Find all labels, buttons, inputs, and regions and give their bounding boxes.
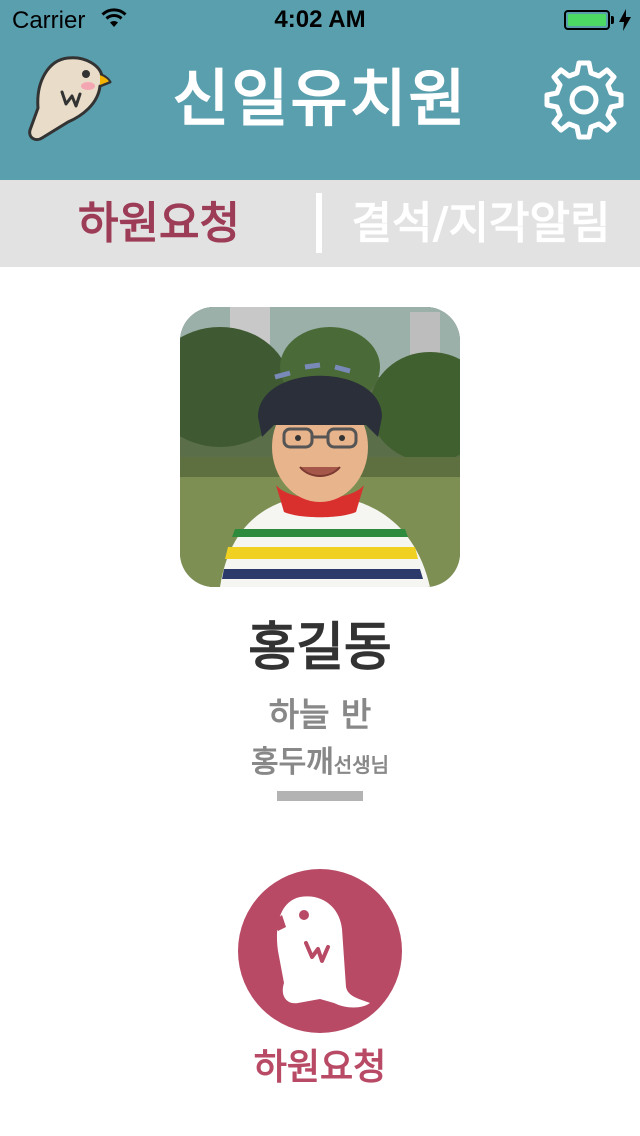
- child-photo: [180, 307, 460, 587]
- child-name: 홍길동: [248, 618, 392, 678]
- bird-icon: [275, 896, 370, 1008]
- battery-tip: [611, 16, 614, 24]
- teacher-title: 선생님: [333, 753, 389, 777]
- status-bar: Carrier 4:02 AM: [0, 0, 640, 40]
- status-time: 4:02 AM: [274, 6, 366, 33]
- section-divider: [277, 791, 363, 801]
- tab-divider: [316, 193, 322, 253]
- charging-icon: [619, 9, 631, 31]
- pickup-request-label[interactable]: 하원요청: [0, 1038, 640, 1090]
- gear-icon[interactable]: [543, 59, 625, 141]
- teacher-name: 홍두깨: [250, 745, 334, 780]
- bird-icon[interactable]: [22, 52, 114, 144]
- app-title: 신일유치원: [172, 62, 468, 135]
- tab-pickup-request[interactable]: 하원요청: [0, 180, 318, 267]
- app-header: Carrier 4:02 AM 신일유치원: [0, 0, 640, 180]
- teacher-line: 홍두깨선생님: [0, 737, 640, 781]
- class-name: 하늘 반: [268, 695, 372, 734]
- tab-absence-notice[interactable]: 결석/지각알림: [322, 180, 640, 267]
- pickup-request-button[interactable]: [238, 869, 402, 1033]
- battery-level: [568, 14, 606, 26]
- battery-icon: [564, 10, 610, 30]
